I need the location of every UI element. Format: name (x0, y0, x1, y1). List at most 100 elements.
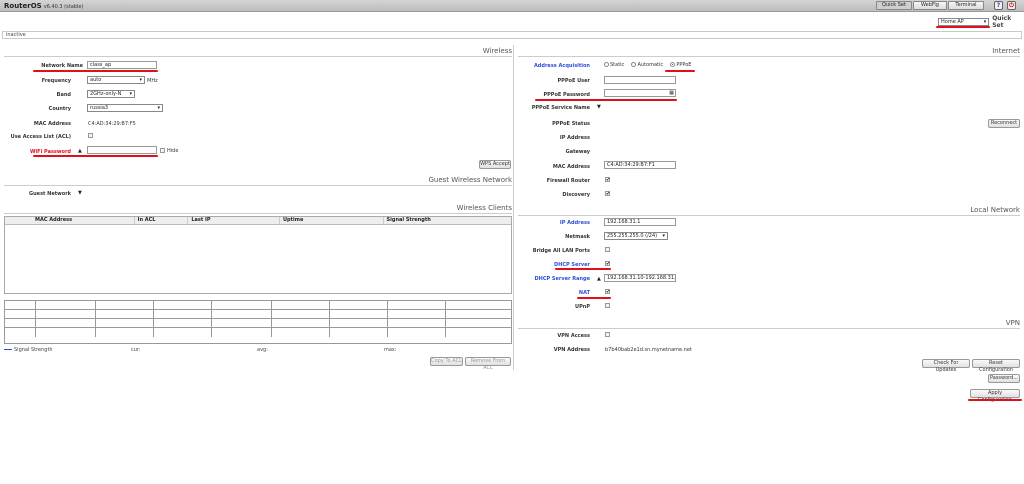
quickset-mode-select[interactable]: Home AP (938, 18, 990, 26)
country-select[interactable]: russia3 (87, 104, 163, 112)
tab-webfig[interactable]: WebFig (913, 1, 947, 10)
pppoe-user-label: PPPoE User (557, 78, 590, 84)
pppoe-password-label: PPPoE Password (543, 92, 590, 98)
band-select[interactable]: 2GHz-only-N (87, 90, 135, 98)
frequency-label: Frequency (41, 78, 71, 84)
frequency-select[interactable]: auto (87, 76, 145, 84)
annotation-underline (555, 268, 611, 270)
password-button[interactable]: Password... (988, 374, 1020, 383)
firewall-router-label: Firewall Router (546, 178, 590, 184)
guest-section-title: Guest Wireless Network (4, 176, 512, 186)
app-title: RouterOS v6.40.3 (stable) (4, 2, 84, 10)
nat-label: NAT (578, 290, 590, 296)
local-network-section-title: Local Network (518, 206, 1020, 216)
quickset-label: Quick Set (992, 15, 1012, 29)
copy-to-acl-button[interactable]: Copy To ACL (430, 357, 463, 366)
internet-mac-label: MAC Address (552, 164, 590, 170)
apply-configuration-button[interactable]: Apply Configuration (970, 389, 1020, 403)
annotation-underline (665, 70, 695, 72)
annotation-underline (535, 99, 677, 101)
netmask-select[interactable]: 255.255.255.0 (/24) (604, 232, 668, 240)
dhcp-server-checkbox[interactable]: ✔ (605, 261, 610, 267)
graph-legend-max: max: (384, 347, 397, 353)
expand-arrow-icon[interactable]: ▲ (597, 276, 601, 282)
wps-accept-button[interactable]: WPS Accept (479, 160, 511, 169)
keyboard-icon[interactable]: ▦ (669, 90, 674, 96)
network-name-input[interactable]: class_ap (87, 61, 157, 69)
column-signal-strength[interactable]: Signal Strength (384, 217, 511, 224)
local-ip-input[interactable]: 192.168.31.1 (604, 218, 676, 226)
tab-terminal[interactable]: Terminal (948, 1, 984, 10)
chevron-down-icon[interactable]: ▼ (597, 104, 601, 110)
check-for-updates-button[interactable]: Check For Updates (922, 359, 970, 373)
band-label: Band (56, 92, 71, 98)
mode-tabs: Quick Set WebFig Terminal (876, 1, 985, 10)
dhcp-range-label: DHCP Server Range (534, 276, 590, 282)
discovery-checkbox[interactable]: ✔ (605, 191, 610, 197)
address-acquisition-label: Address Acquisition (533, 63, 590, 69)
column-mac-address[interactable]: MAC Address (5, 217, 135, 224)
gateway-label: Gateway (565, 149, 590, 155)
column-last-ip[interactable]: Last IP (188, 217, 280, 224)
clients-table-header: MAC Address In ACL Last IP Uptime Signal… (5, 217, 511, 225)
radio-pppoe[interactable] (670, 62, 676, 67)
wireless-section-title: Wireless (4, 47, 512, 57)
graph-legend-series: Signal Strength (4, 347, 53, 353)
radio-automatic[interactable] (631, 62, 637, 67)
radio-static[interactable] (604, 62, 609, 67)
remove-from-acl-button[interactable]: Remove From ACL (465, 357, 511, 371)
network-name-label: Network Name (41, 63, 83, 69)
pppoe-password-input[interactable]: ▦ (604, 89, 676, 97)
top-bar: RouterOS v6.40.3 (stable) Quick Set WebFi… (0, 0, 1024, 12)
wifi-password-input[interactable] (87, 146, 157, 154)
help-icon[interactable]: ? (994, 1, 1003, 10)
logout-icon[interactable]: ⏻ (1007, 1, 1016, 10)
bridge-lan-label: Bridge All LAN Ports (532, 248, 590, 254)
vpn-access-label: VPN Access (557, 333, 590, 339)
vpn-address-value: b7b40bab2e1d.sn.mynetname.net (605, 347, 692, 353)
vpn-access-checkbox[interactable] (605, 332, 610, 337)
annotation-underline (968, 399, 1022, 401)
mac-address-label: MAC Address (33, 121, 71, 127)
upnp-label: UPnP (575, 304, 590, 310)
annotation-underline (33, 70, 158, 72)
clients-table: MAC Address In ACL Last IP Uptime Signal… (4, 216, 512, 294)
frequency-unit: MHz (147, 78, 158, 84)
bridge-lan-checkbox[interactable] (605, 247, 610, 252)
pppoe-user-input[interactable] (604, 76, 676, 84)
clients-section-title: Wireless Clients (4, 204, 512, 214)
graph-legend-cur: cur: (131, 347, 141, 353)
annotation-underline (33, 155, 158, 157)
vpn-section-title: VPN (518, 319, 1020, 329)
netmask-label: Netmask (565, 234, 590, 240)
annotation-underline (577, 297, 611, 299)
acl-label: Use Access List (ACL) (10, 134, 71, 140)
local-ip-label: IP Address (559, 220, 590, 226)
chevron-down-icon[interactable]: ▼ (78, 190, 82, 196)
graph-legend-avg: avg: (257, 347, 268, 353)
guest-network-label: Guest Network (29, 191, 71, 197)
internet-mac-input[interactable]: C4:AD:34:29:B7:F1 (604, 161, 676, 169)
tab-quick-set[interactable]: Quick Set (876, 1, 912, 10)
pppoe-service-label: PPPoE Service Name (531, 105, 590, 111)
column-in-acl[interactable]: In ACL (135, 217, 189, 224)
acl-checkbox[interactable] (88, 133, 93, 138)
signal-graph (4, 300, 512, 344)
column-divider (513, 45, 514, 370)
vpn-address-label: VPN Address (553, 347, 590, 353)
dhcp-range-input[interactable]: 192.168.31.10-192.168.31.2 (604, 274, 676, 282)
discovery-label: Discovery (562, 192, 590, 198)
annotation-underline (936, 26, 990, 28)
firewall-router-checkbox[interactable]: ✔ (605, 177, 610, 183)
upnp-checkbox[interactable] (605, 303, 610, 308)
hide-checkbox[interactable] (160, 148, 165, 153)
column-uptime[interactable]: Uptime (280, 217, 384, 224)
nat-checkbox[interactable]: ✔ (605, 289, 610, 295)
status-bar: inactive (2, 31, 1022, 39)
reconnect-button[interactable]: Reconnect (988, 119, 1020, 128)
ip-address-label: IP Address (559, 135, 590, 141)
reset-configuration-button[interactable]: Reset Configuration (972, 359, 1020, 373)
expand-arrow-icon[interactable]: ▲ (78, 148, 82, 154)
internet-section-title: Internet (518, 47, 1020, 57)
mac-address-value: C4:AD:34:29:B7:F5 (88, 121, 136, 127)
